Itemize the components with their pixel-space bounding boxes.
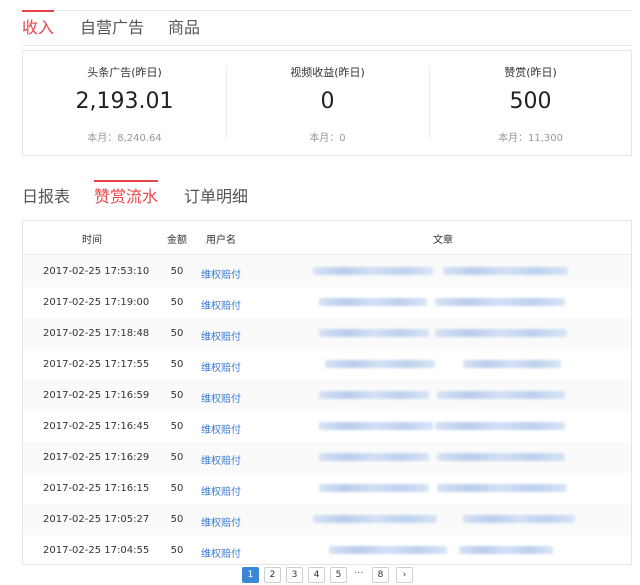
article-title-blurred [435, 298, 565, 306]
tab-products[interactable]: 商品 [168, 17, 200, 45]
table-row: 2017-02-25 17:19:00 50 维权赔付 [23, 287, 631, 318]
article-title-blurred [463, 360, 561, 368]
stat-value: 2,193.01 [75, 89, 174, 114]
income-tabs: 收入 自营广告 商品 [22, 10, 632, 46]
stat-month: 本月：0 [309, 133, 346, 144]
stat-month: 本月：11,300 [498, 133, 563, 144]
tab-self-ads[interactable]: 自营广告 [80, 17, 144, 45]
stat-label: 视频收益(昨日) [290, 66, 365, 79]
column-username: 用户名 [206, 235, 236, 246]
row-time: 2017-02-25 17:18:48 [43, 328, 150, 339]
table-row: 2017-02-25 17:16:59 50 维权赔付 [23, 380, 631, 411]
row-amount: 50 [170, 421, 184, 432]
table-row: 2017-02-25 17:16:45 50 维权赔付 [23, 411, 631, 442]
row-amount: 50 [170, 545, 184, 556]
report-tabs: 日报表 赞赏流水 订单明细 [22, 180, 632, 212]
row-username-link[interactable]: 维权赔付 [199, 545, 243, 560]
article-title-blurred [319, 422, 433, 430]
tab-order-details[interactable]: 订单明细 [184, 186, 248, 208]
row-amount: 50 [170, 452, 184, 463]
page-2-button[interactable]: 2 [264, 567, 281, 583]
chevron-right-icon: › [402, 570, 407, 580]
row-time: 2017-02-25 17:04:55 [43, 545, 150, 556]
row-amount: 50 [170, 297, 184, 308]
row-username-link[interactable]: 维权赔付 [199, 359, 243, 374]
row-amount: 50 [170, 483, 184, 494]
tab-daily-report[interactable]: 日报表 [22, 186, 70, 208]
article-title-blurred [319, 298, 427, 306]
row-time: 2017-02-25 17:16:59 [43, 390, 150, 401]
page-1-button[interactable]: 1 [242, 567, 259, 583]
row-time: 2017-02-25 17:16:45 [43, 421, 150, 432]
row-username-link[interactable]: 维权赔付 [199, 452, 243, 467]
next-page-button[interactable]: › [396, 567, 413, 583]
table-row: 2017-02-25 17:18:48 50 维权赔付 [23, 318, 631, 349]
column-time: 时间 [82, 235, 102, 246]
page-3-button[interactable]: 3 [286, 567, 303, 583]
stat-label: 赞赏(昨日) [504, 66, 557, 79]
article-title-blurred [437, 484, 567, 492]
row-username-link[interactable]: 维权赔付 [199, 390, 243, 405]
row-time: 2017-02-25 17:19:00 [43, 297, 150, 308]
table-row: 2017-02-25 17:53:10 50 维权赔付 [23, 256, 631, 287]
stats-panel: 头条广告(昨日) 2,193.01 本月：8,240.64 视频收益(昨日) 0… [22, 50, 632, 156]
pagination: 1 2 3 4 5 ··· 8 › [0, 565, 640, 585]
page-5-button[interactable]: 5 [330, 567, 347, 583]
column-amount: 金额 [167, 235, 187, 246]
stat-toutiao-ads: 头条广告(昨日) 2,193.01 本月：8,240.64 [23, 51, 226, 155]
stat-value: 500 [509, 89, 552, 114]
row-username-link[interactable]: 维权赔付 [199, 421, 243, 436]
row-username-link[interactable]: 维权赔付 [199, 266, 243, 281]
article-title-blurred [313, 267, 433, 275]
stat-month: 本月：8,240.64 [87, 133, 162, 144]
table-row: 2017-02-25 17:04:55 50 维权赔付 [23, 535, 631, 564]
article-title-blurred [325, 360, 435, 368]
article-title-blurred [437, 453, 565, 461]
row-amount: 50 [170, 359, 184, 370]
table-row: 2017-02-25 17:17:55 50 维权赔付 [23, 349, 631, 380]
article-title-blurred [319, 391, 429, 399]
pagination-ellipsis: ··· [354, 568, 364, 579]
article-title-blurred [319, 453, 429, 461]
table-row: 2017-02-25 17:05:27 50 维权赔付 [23, 504, 631, 535]
tab-tips-flow[interactable]: 赞赏流水 [94, 180, 159, 208]
stat-value: 0 [320, 89, 335, 114]
page-8-button[interactable]: 8 [372, 567, 389, 583]
article-title-blurred [435, 422, 565, 430]
stat-tips: 赞赏(昨日) 500 本月：11,300 [429, 51, 632, 155]
tips-table: 时间 金额 用户名 文章 2017-02-25 17:53:10 50 维权赔付 20… [22, 220, 632, 565]
stat-video-income: 视频收益(昨日) 0 本月：0 [226, 51, 429, 155]
article-title-blurred [329, 546, 447, 554]
row-time: 2017-02-25 17:16:29 [43, 452, 150, 463]
article-title-blurred [443, 267, 568, 275]
row-amount: 50 [170, 266, 184, 277]
article-title-blurred [459, 546, 553, 554]
row-username-link[interactable]: 维权赔付 [199, 297, 243, 312]
article-title-blurred [319, 329, 429, 337]
row-time: 2017-02-25 17:16:15 [43, 483, 150, 494]
row-amount: 50 [170, 514, 184, 525]
row-amount: 50 [170, 390, 184, 401]
row-time: 2017-02-25 17:53:10 [43, 266, 150, 277]
row-username-link[interactable]: 维权赔付 [199, 483, 243, 498]
table-header: 时间 金额 用户名 文章 [23, 221, 631, 255]
page-4-button[interactable]: 4 [308, 567, 325, 583]
article-title-blurred [313, 515, 437, 523]
stat-label: 头条广告(昨日) [87, 66, 162, 79]
article-title-blurred [463, 515, 575, 523]
tab-income[interactable]: 收入 [22, 10, 55, 45]
row-username-link[interactable]: 维权赔付 [199, 328, 243, 343]
article-title-blurred [437, 391, 565, 399]
row-username-link[interactable]: 维权赔付 [199, 514, 243, 529]
row-time: 2017-02-25 17:17:55 [43, 359, 150, 370]
article-title-blurred [319, 484, 429, 492]
row-amount: 50 [170, 328, 184, 339]
table-row: 2017-02-25 17:16:29 50 维权赔付 [23, 442, 631, 473]
article-title-blurred [435, 329, 567, 337]
row-time: 2017-02-25 17:05:27 [43, 514, 150, 525]
column-article: 文章 [433, 235, 453, 246]
table-row: 2017-02-25 17:16:15 50 维权赔付 [23, 473, 631, 504]
